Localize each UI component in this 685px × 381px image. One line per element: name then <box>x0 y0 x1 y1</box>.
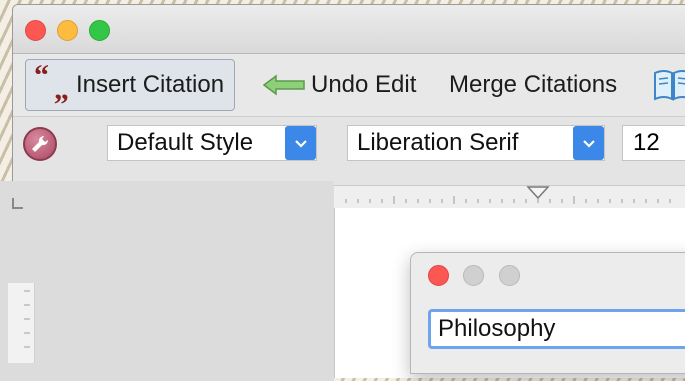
book-icon <box>653 67 685 103</box>
citation-search-value: Philosophy <box>438 315 556 342</box>
horizontal-ruler[interactable] <box>334 186 685 209</box>
quick-format-dialog: Philosophy <box>410 252 685 374</box>
dialog-zoom-button <box>499 265 520 286</box>
dialog-minimize-button <box>463 265 484 286</box>
dialog-close-button[interactable] <box>428 265 449 286</box>
paragraph-style-value: Default Style <box>117 129 254 156</box>
wrench-icon[interactable] <box>23 127 57 161</box>
zotero-toolbar: “„ Insert Citation Undo Edit Merge Citat… <box>13 54 685 117</box>
undo-arrow-icon <box>262 74 305 96</box>
font-name-dropdown[interactable]: Liberation Serif <box>347 125 605 161</box>
insert-citation-label: Insert Citation <box>76 71 225 98</box>
font-size-input[interactable]: 12 <box>622 125 685 161</box>
document-margin-area <box>0 181 334 381</box>
chevron-down-icon[interactable] <box>285 126 316 160</box>
font-size-value: 12 <box>633 129 660 156</box>
paragraph-style-dropdown[interactable]: Default Style <box>107 125 317 161</box>
insert-citation-button[interactable]: “„ Insert Citation <box>25 59 236 111</box>
font-name-value: Liberation Serif <box>357 129 519 156</box>
quote-icon: “„ <box>34 59 69 106</box>
citation-search-input[interactable]: Philosophy <box>428 309 685 349</box>
title-bar <box>13 5 685 54</box>
merge-citations-button[interactable]: Merge Citations <box>449 59 617 111</box>
indent-marker-icon[interactable] <box>526 186 550 200</box>
ruler-corner-icon <box>12 198 23 209</box>
undo-edit-label: Undo Edit <box>311 71 417 98</box>
merge-citations-label: Merge Citations <box>449 71 618 98</box>
minimize-button[interactable] <box>57 20 78 41</box>
zoom-button[interactable] <box>89 20 110 41</box>
bibliography-button[interactable] <box>653 59 685 111</box>
undo-edit-button[interactable]: Undo Edit <box>262 59 417 111</box>
vertical-ruler[interactable] <box>8 283 35 363</box>
close-button[interactable] <box>25 20 46 41</box>
chevron-down-icon[interactable] <box>573 126 604 160</box>
